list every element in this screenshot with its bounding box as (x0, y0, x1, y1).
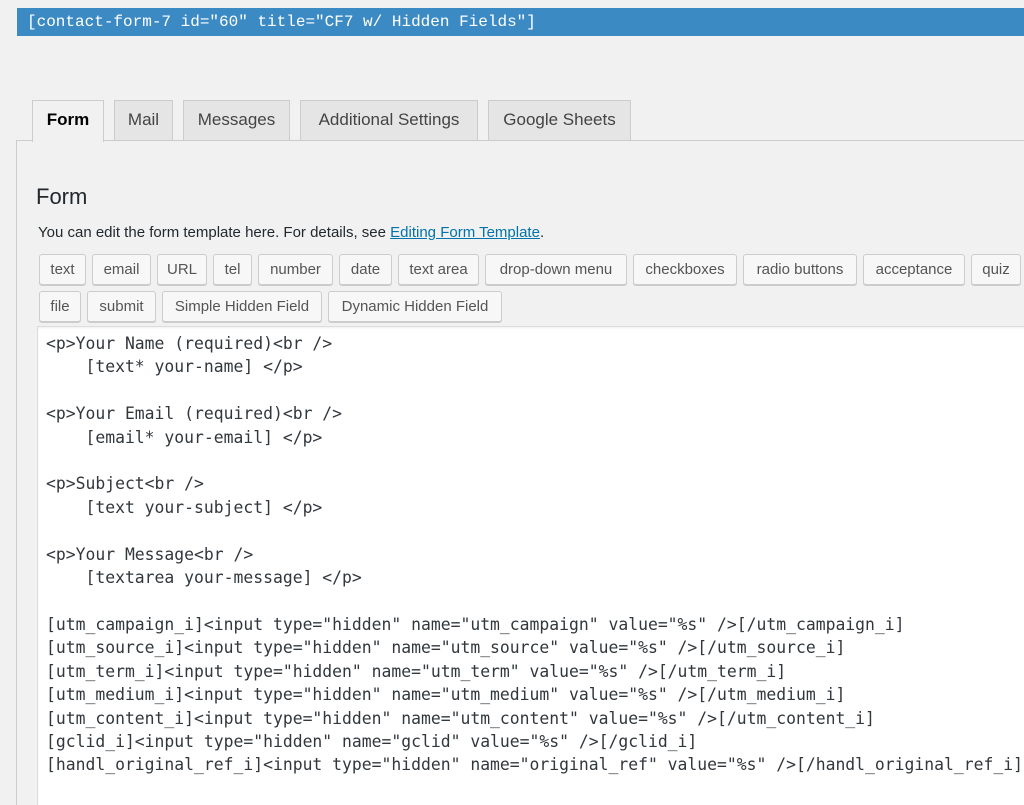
tab-additional-settings[interactable]: Additional Settings (300, 100, 478, 140)
tag-text-button[interactable]: text (39, 254, 86, 285)
tag-submit-button[interactable]: submit (87, 291, 156, 322)
description-text: You can edit the form template here. For… (38, 224, 391, 241)
shortcode-text: [contact-form-7 id="60" title="CF7 w/ Hi… (27, 13, 536, 31)
tag-radio-buttons-button[interactable]: radio buttons (743, 254, 857, 285)
contact-form-editor-page: [contact-form-7 id="60" title="CF7 w/ Hi… (0, 0, 1024, 805)
editing-form-template-link[interactable]: Editing Form Template (390, 224, 540, 241)
tag-email-button[interactable]: email (92, 254, 151, 285)
tag-tel-button[interactable]: tel (213, 254, 252, 285)
tag-acceptance-button[interactable]: acceptance (863, 254, 965, 285)
description-suffix: . (539, 224, 545, 241)
form-template-content: <p>Your Name (required)<br /> [text* you… (46, 334, 1023, 775)
panel-description: You can edit the form template here. For… (38, 224, 544, 241)
tag-dynamic-hidden-field-button[interactable]: Dynamic Hidden Field (328, 291, 502, 322)
tag-dropdown-button[interactable]: drop-down menu (485, 254, 627, 285)
tag-number-button[interactable]: number (258, 254, 333, 285)
tag-date-button[interactable]: date (339, 254, 392, 285)
tab-messages[interactable]: Messages (183, 100, 290, 140)
form-template-editor[interactable]: <p>Your Name (required)<br /> [text* you… (37, 326, 1024, 805)
tab-google-sheets[interactable]: Google Sheets (488, 100, 631, 140)
tab-mail[interactable]: Mail (114, 100, 173, 140)
tag-textarea-button[interactable]: text area (398, 254, 479, 285)
tag-url-button[interactable]: URL (157, 254, 207, 285)
tag-simple-hidden-field-button[interactable]: Simple Hidden Field (162, 291, 322, 322)
tab-form[interactable]: Form (32, 100, 104, 142)
tag-quiz-button[interactable]: quiz (971, 254, 1021, 285)
tag-checkboxes-button[interactable]: checkboxes (633, 254, 737, 285)
panel-title: Form (36, 184, 88, 209)
shortcode-field[interactable]: [contact-form-7 id="60" title="CF7 w/ Hi… (17, 8, 1024, 36)
tag-file-button[interactable]: file (39, 291, 81, 322)
